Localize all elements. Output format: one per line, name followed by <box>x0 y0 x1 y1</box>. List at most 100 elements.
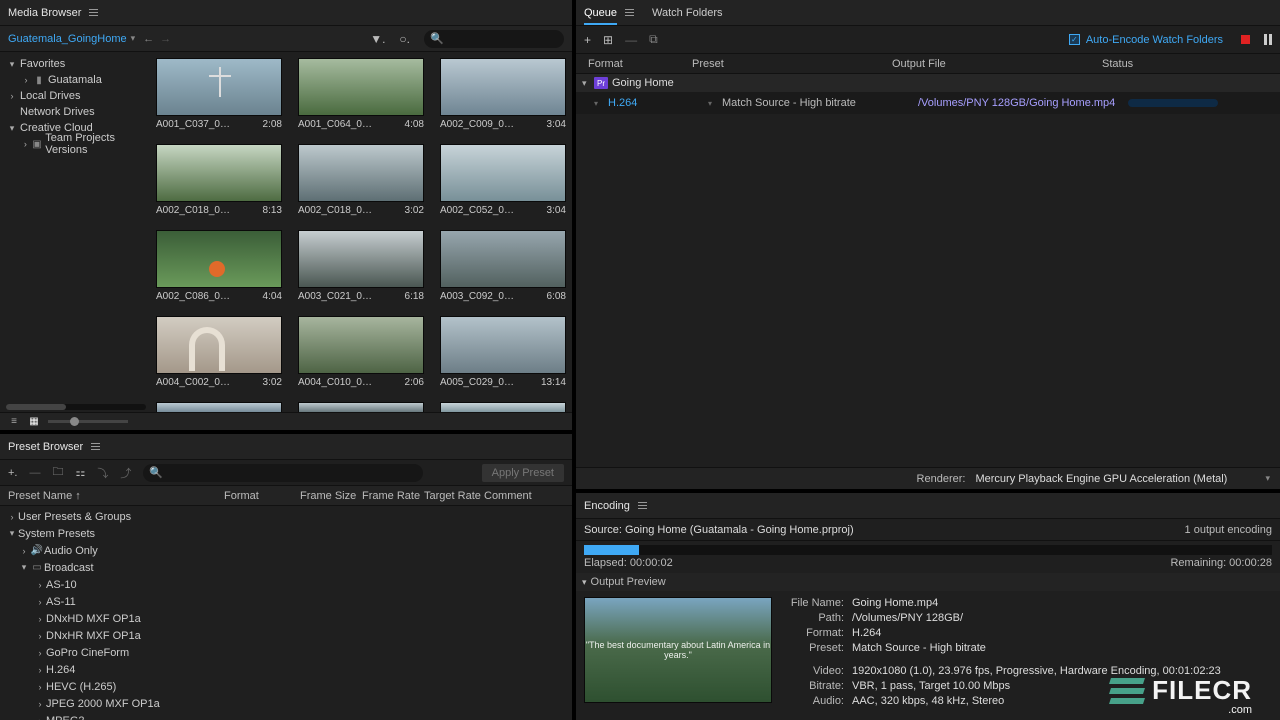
clip-thumbnail <box>156 316 282 374</box>
preset-item[interactable]: DNxHR MXF OP1a <box>46 630 141 642</box>
panel-menu-icon[interactable] <box>625 9 634 16</box>
apply-preset-button[interactable]: Apply Preset <box>482 464 564 482</box>
media-browser-header: Media Browser <box>0 0 572 26</box>
clip-name: A002_C086_0922... <box>156 291 234 302</box>
tree-favorites[interactable]: Favorites <box>20 58 65 70</box>
clip-item[interactable]: A001_C037_0921...2:08 <box>156 58 282 130</box>
clip-duration: 6:08 <box>547 291 566 302</box>
import-icon[interactable]: ⤵ <box>97 465 108 481</box>
chevron-down-icon[interactable]: ▾ <box>594 99 604 108</box>
export-icon[interactable]: ⤴ <box>120 465 131 481</box>
clip-thumbnail <box>298 58 424 116</box>
preset-search-input[interactable]: 🔍 <box>143 464 423 482</box>
tree-network-drives[interactable]: Network Drives <box>20 106 95 118</box>
queue-item[interactable]: ▾ H.264 ▾ Match Source - High bitrate /V… <box>576 92 1280 114</box>
clip-item[interactable]: A004_C002_0924...3:02 <box>156 316 282 388</box>
add-preset-icon[interactable]: +. <box>8 467 17 479</box>
remove-preset-icon[interactable]: — <box>29 467 40 479</box>
clip-item[interactable]: A005_C029_0925...13:14 <box>440 316 566 388</box>
clip-item[interactable]: A002_C018_0922...3:02 <box>298 144 424 216</box>
clip-item[interactable]: A001_C064_0922...4:08 <box>298 58 424 130</box>
clip-thumbnail <box>440 230 566 288</box>
pause-button[interactable] <box>1264 34 1272 45</box>
broadcast-icon: ▭ <box>30 562 44 573</box>
preset-system-group[interactable]: System Presets <box>18 528 95 540</box>
auto-encode-checkbox[interactable]: ✓ <box>1069 34 1080 45</box>
clip-item[interactable]: A002_C009_09222...3:04 <box>440 58 566 130</box>
clip-item[interactable] <box>440 402 566 412</box>
add-source-icon[interactable]: + <box>584 33 591 47</box>
audio-icon: 🔊 <box>30 545 44 556</box>
output-preview-toggle[interactable]: ▾Output Preview <box>576 573 1280 591</box>
path-dropdown[interactable]: Guatemala_GoingHome ▾ <box>8 33 135 45</box>
tree-team-projects[interactable]: Team Projects Versions <box>45 132 148 156</box>
clip-thumbnail <box>298 144 424 202</box>
thumb-view-icon[interactable]: ▦ <box>28 416 40 428</box>
queue-group-label: Going Home <box>612 77 674 89</box>
clip-item[interactable]: A002_C086_0922...4:04 <box>156 230 282 302</box>
filter-icon[interactable]: ▼. <box>370 32 385 46</box>
tree-local-drives[interactable]: Local Drives <box>20 90 81 102</box>
clip-grid[interactable]: A001_C037_0921...2:08A001_C064_0922...4:… <box>150 52 572 412</box>
clip-duration: 3:02 <box>405 205 424 216</box>
media-tree[interactable]: ▾Favorites ›▮Guatamala ›Local Drives Net… <box>0 52 150 412</box>
preset-item[interactable]: HEVC (H.265) <box>46 681 116 693</box>
queue-header-row: Format Preset Output File Status <box>576 54 1280 74</box>
preset-item[interactable]: JPEG 2000 MXF OP1a <box>46 698 160 710</box>
new-group-icon[interactable]: 🗀 <box>52 463 63 482</box>
preset-item[interactable]: AS-10 <box>46 579 77 591</box>
preset-user-group[interactable]: User Presets & Groups <box>18 511 131 523</box>
clip-item[interactable]: A002_C052_0922...3:04 <box>440 144 566 216</box>
preset-audio[interactable]: Audio Only <box>44 545 98 557</box>
clip-thumbnail <box>156 402 282 412</box>
preset-item[interactable]: DNxHD MXF OP1a <box>46 613 141 625</box>
preset-item[interactable]: H.264 <box>46 664 75 676</box>
preset-item[interactable]: AS-11 <box>46 596 76 608</box>
ingest-icon[interactable]: ○. <box>399 32 410 46</box>
queue-item-preset[interactable]: Match Source - High bitrate <box>722 97 918 109</box>
chevron-down-icon[interactable]: ▾ <box>708 99 718 108</box>
thumb-size-slider[interactable] <box>48 420 128 423</box>
clip-item[interactable]: A003_C021_0923...6:18 <box>298 230 424 302</box>
nav-forward-icon[interactable]: → <box>160 33 171 45</box>
panel-menu-icon[interactable] <box>89 9 98 16</box>
clip-duration: 6:18 <box>405 291 424 302</box>
clip-item[interactable] <box>156 402 282 412</box>
add-output-icon[interactable]: ⊞ <box>603 33 613 47</box>
clip-thumbnail <box>298 230 424 288</box>
queue-item-format[interactable]: H.264 <box>608 97 708 109</box>
list-view-icon[interactable]: ≡ <box>8 416 20 428</box>
clip-duration: 3:02 <box>263 377 282 388</box>
nav-back-icon[interactable]: ← <box>143 33 154 45</box>
renderer-dropdown[interactable]: Mercury Playback Engine GPU Acceleration… <box>975 473 1255 485</box>
preview-thumbnail: "The best documentary about Latin Americ… <box>584 597 772 703</box>
chevron-down-icon: ▾ <box>131 33 136 44</box>
duplicate-icon[interactable]: ⧉ <box>649 32 658 47</box>
clip-item[interactable]: A002_C018_0922...8:13 <box>156 144 282 216</box>
tree-guatamala[interactable]: Guatamala <box>48 74 102 86</box>
clip-thumbnail <box>156 144 282 202</box>
remove-icon[interactable]: — <box>625 33 637 47</box>
panel-menu-icon[interactable] <box>91 443 100 450</box>
elapsed-time: Elapsed: 00:00:02 <box>584 557 673 569</box>
queue-item-output[interactable]: /Volumes/PNY 128GB/Going Home.mp4 <box>918 97 1128 109</box>
preset-item[interactable]: MPEG2 <box>46 715 85 720</box>
clip-thumbnail <box>440 316 566 374</box>
settings-icon[interactable]: ⚏ <box>75 466 85 479</box>
preset-broadcast[interactable]: Broadcast <box>44 562 94 574</box>
clip-name: A001_C064_0922... <box>298 119 376 130</box>
clip-item[interactable]: A004_C010_0924...2:06 <box>298 316 424 388</box>
stop-button[interactable] <box>1241 35 1250 44</box>
clip-item[interactable] <box>298 402 424 412</box>
search-input[interactable]: 🔍 <box>424 30 564 48</box>
clip-thumbnail <box>440 402 566 412</box>
clip-item[interactable]: A003_C092_0923...6:08 <box>440 230 566 302</box>
panel-menu-icon[interactable] <box>638 502 647 509</box>
tab-watch-folders[interactable]: Watch Folders <box>652 7 723 25</box>
queue-group[interactable]: ▾ Pr Going Home <box>576 74 1280 92</box>
clip-duration: 13:14 <box>541 377 566 388</box>
tab-queue[interactable]: Queue <box>584 7 617 25</box>
tree-scrollbar[interactable] <box>6 404 146 410</box>
preset-item[interactable]: GoPro CineForm <box>46 647 129 659</box>
progress-bar <box>1128 99 1218 107</box>
